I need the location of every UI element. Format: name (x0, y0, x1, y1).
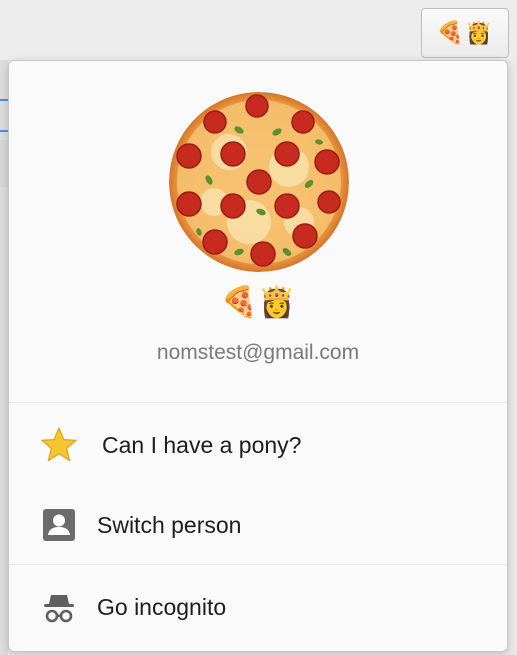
separator (9, 402, 507, 403)
menu-item-label: Can I have a pony? (102, 431, 302, 458)
separator (9, 564, 507, 565)
profile-photo[interactable] (169, 92, 349, 272)
menu-item-label: Go incognito (97, 593, 227, 620)
menu-item-label: Switch person (97, 511, 242, 538)
profile-email: nomstest@gmail.com (156, 341, 360, 364)
tab-underline (0, 130, 8, 132)
identity-section: 🍕👸 nomstest@gmail.com (9, 61, 507, 401)
tab-underline (0, 99, 8, 101)
menu-item-incognito[interactable]: Go incognito (9, 567, 507, 647)
profile-name: 🍕👸 (220, 286, 296, 319)
menu-item-pony[interactable]: Can I have a pony? (9, 405, 507, 485)
menu-item-switch-person[interactable]: Switch person (9, 485, 507, 565)
incognito-icon (39, 587, 79, 627)
avatar-menu-button[interactable]: 🍕👸 (421, 8, 509, 58)
page-background-block (0, 140, 8, 187)
star-icon (39, 425, 79, 465)
profile-menu: 🍕👸 nomstest@gmail.com Can I have a pony?… (8, 60, 508, 652)
person-icon (39, 505, 79, 545)
